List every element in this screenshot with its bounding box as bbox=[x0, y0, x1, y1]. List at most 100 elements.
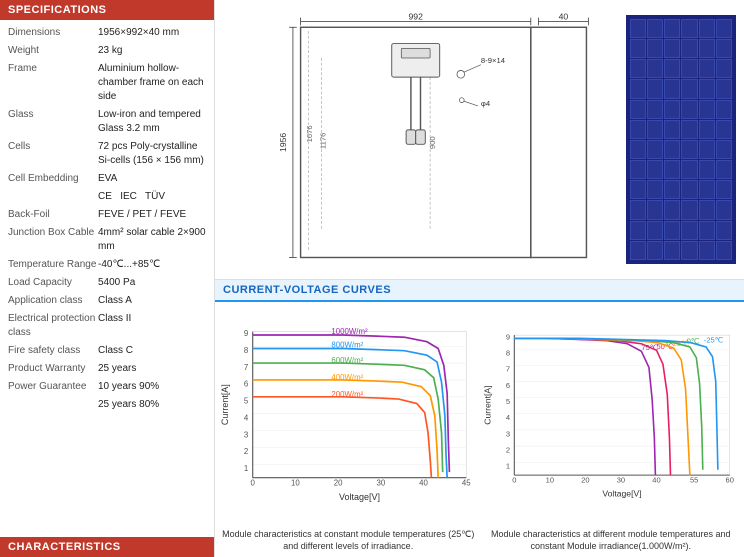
spec-junction-box: Junction Box Cable 4mm² solar cable 2×90… bbox=[8, 226, 206, 254]
chart2-container: 9 8 7 6 5 4 3 2 1 Current[A] bbox=[482, 306, 741, 526]
solar-cell bbox=[699, 221, 715, 240]
solar-grid: // Will generate cells via JS below bbox=[626, 15, 736, 264]
solar-cell bbox=[681, 221, 697, 240]
chart1-svg: 9 8 7 6 5 4 3 2 1 Current[A] bbox=[219, 306, 478, 526]
chart2-svg: 9 8 7 6 5 4 3 2 1 Current[A] bbox=[482, 306, 741, 526]
svg-text:Current[A]: Current[A] bbox=[220, 384, 230, 425]
solar-cell bbox=[681, 100, 697, 119]
svg-text:2: 2 bbox=[244, 447, 248, 456]
svg-text:φ4: φ4 bbox=[481, 99, 491, 108]
solar-cell bbox=[664, 221, 680, 240]
svg-text:20: 20 bbox=[334, 479, 343, 488]
solar-cell bbox=[681, 200, 697, 219]
svg-text:992: 992 bbox=[409, 12, 424, 22]
specs-panel: SPECIFICATIONS Dimensions 1956×992×40 mm… bbox=[0, 0, 215, 557]
solar-cell bbox=[681, 160, 697, 179]
solar-cell bbox=[664, 100, 680, 119]
solar-cell bbox=[716, 19, 732, 38]
solar-cell bbox=[630, 120, 646, 139]
spec-power-guarantee-2: 25 years 80% bbox=[8, 398, 206, 412]
svg-text:1176: 1176 bbox=[319, 133, 328, 149]
solar-cell bbox=[647, 160, 663, 179]
spec-application-class: Application class Class A bbox=[8, 294, 206, 308]
svg-text:30: 30 bbox=[616, 476, 624, 485]
svg-text:3: 3 bbox=[244, 430, 249, 439]
solar-cell bbox=[664, 19, 680, 38]
solar-cell bbox=[664, 59, 680, 78]
svg-text:7: 7 bbox=[244, 363, 248, 372]
svg-text:8: 8 bbox=[244, 346, 249, 355]
spec-power-guarantee: Power Guarantee 10 years 90% bbox=[8, 380, 206, 394]
solar-cell bbox=[647, 180, 663, 199]
solar-cell bbox=[647, 120, 663, 139]
spec-warranty: Product Warranty 25 years bbox=[8, 362, 206, 376]
svg-text:800W/m²: 800W/m² bbox=[331, 340, 363, 349]
spec-fire-safety: Fire safety class Class C bbox=[8, 344, 206, 358]
characteristics-header: CHARACTERISTICS bbox=[0, 537, 214, 557]
solar-cell bbox=[716, 200, 732, 219]
svg-text:7: 7 bbox=[505, 365, 509, 374]
svg-text:0: 0 bbox=[251, 479, 256, 488]
solar-cell bbox=[630, 100, 646, 119]
solar-cell bbox=[664, 79, 680, 98]
solar-cell bbox=[630, 140, 646, 159]
solar-cell bbox=[630, 160, 646, 179]
curves-content: 9 8 7 6 5 4 3 2 1 Current[A] bbox=[215, 302, 744, 557]
svg-text:400W/m²: 400W/m² bbox=[331, 373, 363, 382]
solar-cell bbox=[699, 19, 715, 38]
svg-text:8-9×14: 8-9×14 bbox=[481, 56, 506, 65]
solar-cell bbox=[681, 19, 697, 38]
svg-text:30: 30 bbox=[376, 479, 385, 488]
svg-text:4: 4 bbox=[244, 413, 249, 422]
svg-text:3: 3 bbox=[505, 429, 509, 438]
svg-text:-25℃: -25℃ bbox=[703, 336, 723, 345]
svg-text:40: 40 bbox=[652, 476, 660, 485]
solar-cell bbox=[664, 120, 680, 139]
solar-cell bbox=[630, 200, 646, 219]
solar-cell bbox=[647, 59, 663, 78]
chart-irradiance: 9 8 7 6 5 4 3 2 1 Current[A] bbox=[219, 306, 478, 553]
svg-text:Voltage[V]: Voltage[V] bbox=[339, 492, 380, 502]
solar-cell bbox=[681, 120, 697, 139]
solar-cell bbox=[716, 79, 732, 98]
svg-text:20: 20 bbox=[581, 476, 589, 485]
diagram-main: 992 40 1956 bbox=[215, 0, 626, 279]
solar-cell bbox=[647, 241, 663, 260]
svg-text:40: 40 bbox=[559, 12, 569, 22]
spec-cells: Cells 72 pcs Poly-crystalline Si-cells (… bbox=[8, 140, 206, 168]
solar-cell bbox=[716, 120, 732, 139]
solar-cell bbox=[699, 241, 715, 260]
svg-text:0: 0 bbox=[512, 476, 516, 485]
svg-text:10: 10 bbox=[291, 479, 300, 488]
specs-content: Dimensions 1956×992×40 mm Weight 23 kg F… bbox=[0, 20, 214, 537]
specs-header: SPECIFICATIONS bbox=[0, 0, 214, 20]
svg-text:2: 2 bbox=[505, 446, 509, 455]
spec-glass: Glass Low-iron and tempered Glass 3.2 mm bbox=[8, 108, 206, 136]
solar-cell bbox=[647, 39, 663, 58]
svg-text:60: 60 bbox=[725, 476, 733, 485]
spec-cell-embedding: Cell Embedding EVA bbox=[8, 172, 206, 186]
svg-text:900: 900 bbox=[428, 136, 437, 149]
svg-text:600W/m²: 600W/m² bbox=[331, 356, 363, 365]
solar-cell bbox=[716, 160, 732, 179]
svg-text:Current[A]: Current[A] bbox=[482, 386, 492, 425]
solar-cell bbox=[699, 160, 715, 179]
curves-section: CURRENT-VOLTAGE CURVES bbox=[215, 280, 744, 557]
solar-cell bbox=[716, 59, 732, 78]
svg-text:200W/m²: 200W/m² bbox=[331, 390, 363, 399]
svg-text:8: 8 bbox=[505, 349, 509, 358]
spec-load: Load Capacity 5400 Pa bbox=[8, 276, 206, 290]
solar-cell bbox=[716, 100, 732, 119]
solar-cell bbox=[630, 39, 646, 58]
solar-cell bbox=[699, 200, 715, 219]
solar-cell bbox=[699, 59, 715, 78]
solar-cell bbox=[647, 140, 663, 159]
svg-text:5: 5 bbox=[244, 397, 249, 406]
solar-cell bbox=[699, 39, 715, 58]
spec-certifications: CE IEC TÜV bbox=[8, 190, 206, 204]
solar-cell bbox=[630, 180, 646, 199]
spec-backfoil: Back-Foil FEVE / PET / FEVE bbox=[8, 208, 206, 222]
svg-text:1956: 1956 bbox=[278, 133, 288, 152]
svg-text:1676: 1676 bbox=[305, 125, 314, 142]
svg-text:6: 6 bbox=[505, 381, 509, 390]
